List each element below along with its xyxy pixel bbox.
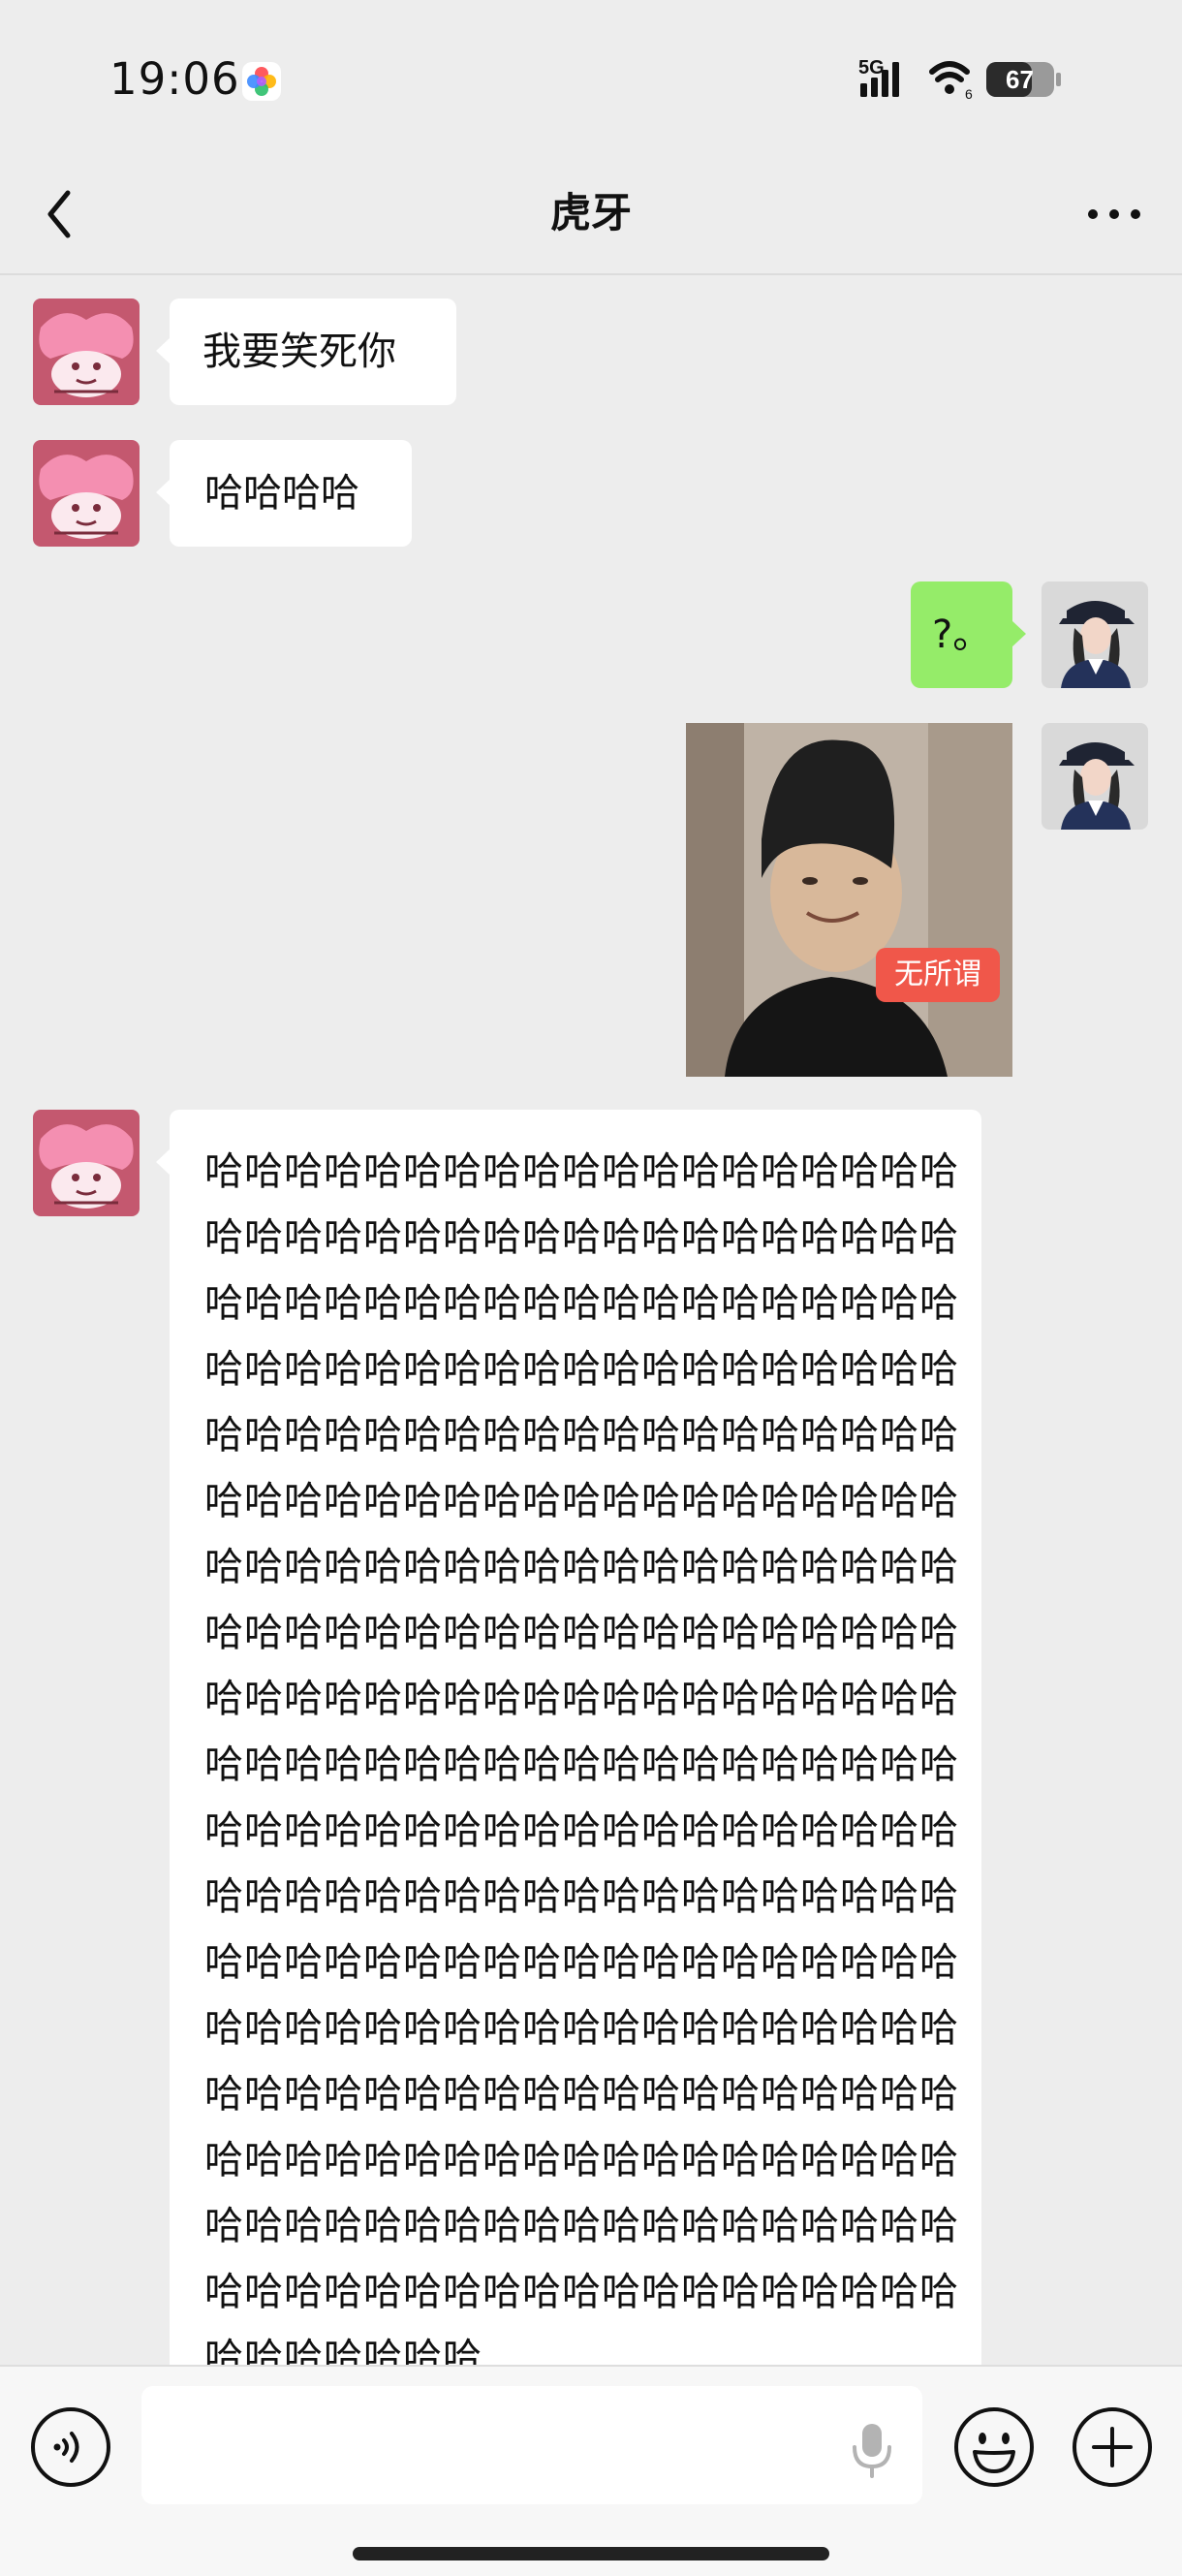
battery-level: 67 — [1006, 65, 1034, 94]
message-text: ?。 — [932, 613, 992, 657]
home-indicator — [353, 2547, 829, 2560]
plus-icon[interactable] — [1071, 2405, 1154, 2489]
microphone-icon[interactable] — [848, 2420, 896, 2480]
my-avatar-image — [1042, 581, 1148, 688]
message-text: 哈哈哈哈哈哈哈哈哈哈哈哈哈哈哈哈哈哈哈哈哈哈哈哈哈哈哈哈哈哈哈哈哈哈哈哈哈哈哈哈… — [204, 1149, 959, 2365]
outgoing-message[interactable]: ?。 — [911, 581, 1026, 688]
incoming-message-long[interactable]: 哈哈哈哈哈哈哈哈哈哈哈哈哈哈哈哈哈哈哈哈哈哈哈哈哈哈哈哈哈哈哈哈哈哈哈哈哈哈哈哈… — [156, 1110, 981, 2365]
contact-avatar[interactable] — [33, 440, 140, 547]
signal-bar-4 — [892, 62, 899, 97]
image-caption: 无所谓 — [876, 948, 1000, 1002]
my-avatar-image — [1042, 723, 1148, 830]
message-input[interactable] — [141, 2386, 922, 2504]
status-icons: 5G 6 67 — [858, 57, 1061, 102]
status-time: 19:06 — [109, 53, 240, 105]
chat-title: 虎牙 — [549, 189, 632, 236]
incoming-message[interactable]: 我要笑死你 — [156, 298, 456, 405]
signal-bar-3 — [882, 70, 888, 97]
contact-avatar-image — [33, 440, 140, 547]
my-avatar[interactable] — [1042, 581, 1148, 688]
contact-avatar-image — [33, 298, 140, 405]
incoming-message[interactable]: 哈哈哈哈 — [156, 440, 412, 547]
battery-icon: 67 — [986, 62, 1061, 97]
app-activity-icon — [242, 62, 281, 101]
emoji-icon[interactable] — [952, 2405, 1036, 2489]
signal-bar-1 — [860, 83, 867, 97]
chat-header: 虎牙 — [0, 155, 1182, 275]
more-dots-icon — [1088, 209, 1140, 219]
contact-avatar[interactable] — [33, 1110, 140, 1216]
status-bar: 19:06 5G 6 67 — [0, 0, 1182, 155]
wifi-icon — [929, 61, 970, 94]
composer-bar — [0, 2365, 1182, 2576]
my-avatar[interactable] — [1042, 723, 1148, 830]
image-message[interactable]: 无所谓 — [686, 723, 1012, 1077]
contact-avatar-image — [33, 1110, 140, 1216]
wifi-badge: 6 — [965, 86, 973, 102]
more-button[interactable] — [1075, 180, 1153, 248]
message-text: 我要笑死你 — [202, 330, 396, 374]
voice-toggle-icon[interactable] — [29, 2405, 112, 2489]
message-list[interactable]: 我要笑死你 哈哈哈哈 ?。 无所谓 哈哈哈哈哈哈哈哈哈哈哈哈哈哈哈哈哈哈哈哈哈哈… — [0, 275, 1182, 2365]
contact-avatar[interactable] — [33, 298, 140, 405]
signal-bar-2 — [871, 78, 878, 97]
network-label: 5G — [858, 57, 885, 79]
message-text: 哈哈哈哈 — [204, 471, 359, 516]
message-photo — [686, 723, 1012, 1077]
